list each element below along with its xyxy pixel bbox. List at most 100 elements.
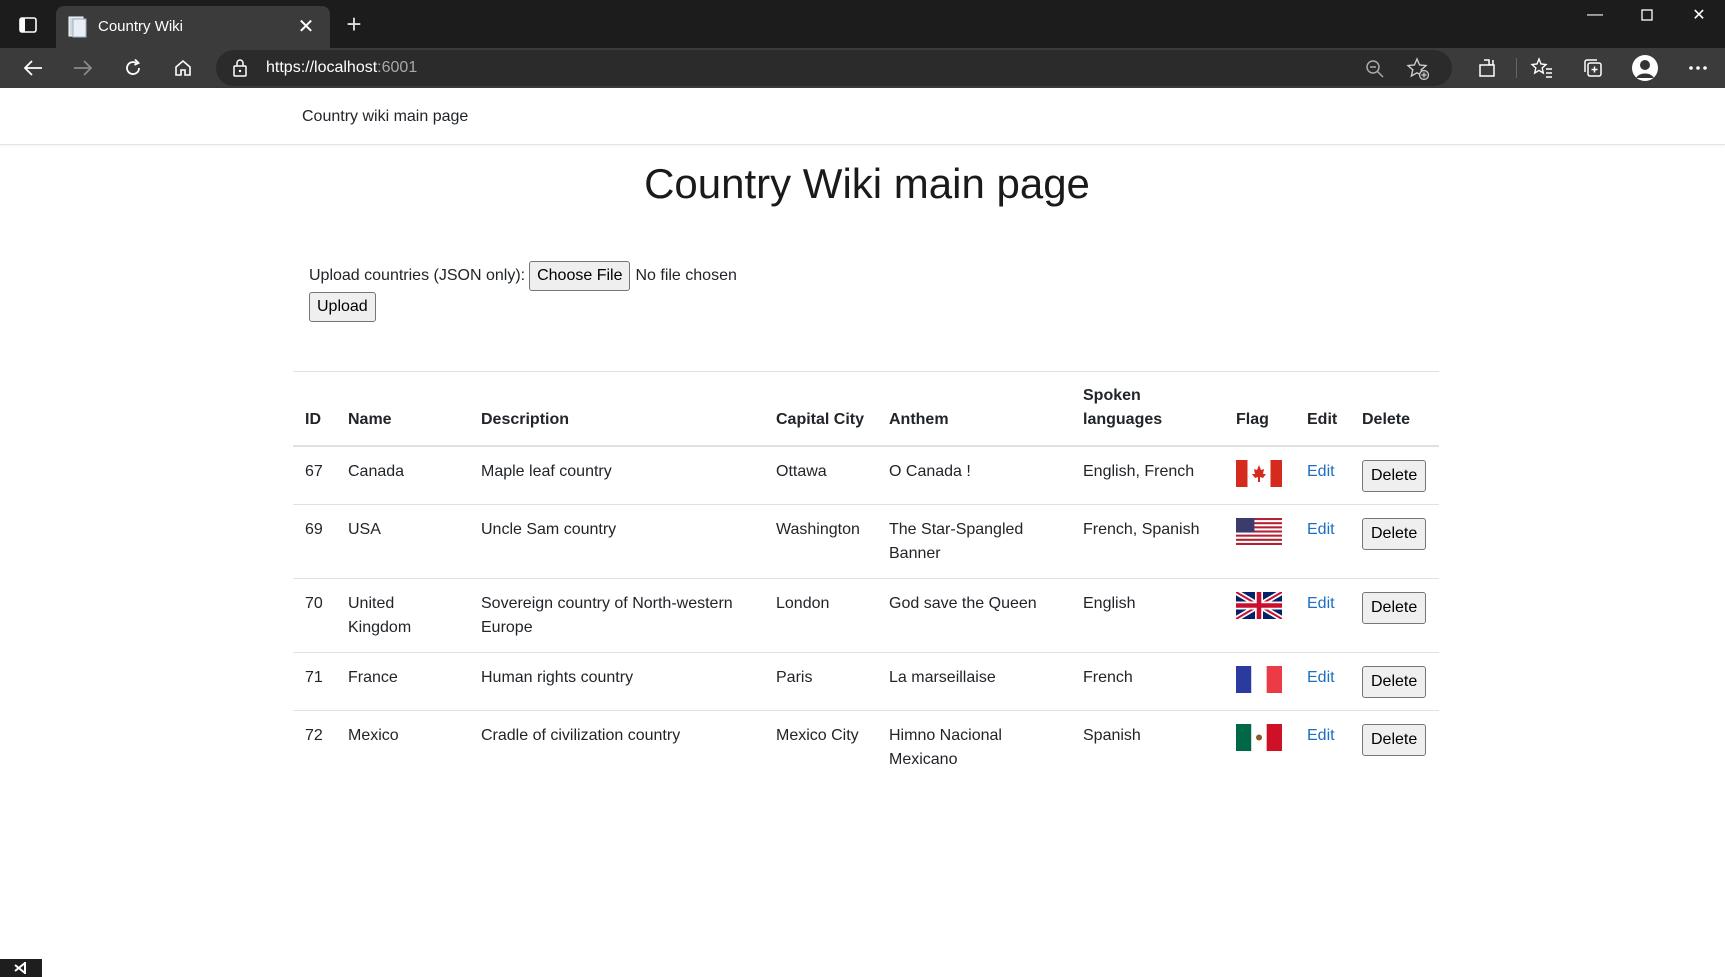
table-header-row: ID Name Description Capital City Anthem … [293,371,1439,447]
cell-name: France [336,652,469,711]
cell-edit: Edit [1295,446,1350,505]
toolbar-divider [1516,58,1517,78]
cell-languages: English [1071,578,1224,653]
edit-link[interactable]: Edit [1307,669,1335,686]
page-favicon [68,16,88,38]
lock-icon[interactable] [230,58,250,78]
cell-name: Canada [336,446,469,505]
favorites-icon[interactable] [1527,54,1557,82]
maximize-icon[interactable] [1621,0,1673,30]
choose-file-button[interactable]: Choose File [529,261,631,291]
navbar-brand-link[interactable]: Country wiki main page [302,108,468,126]
browser-toolbar: https://localhost:6001 [0,48,1725,88]
cell-name: USA [336,504,469,579]
cell-anthem: God save the Queen [877,578,1071,653]
mexico-flag [1236,724,1282,751]
cell-delete: Delete [1350,446,1439,505]
cell-description: Sovereign country of North-western Europ… [469,578,764,653]
cell-delete: Delete [1350,578,1439,653]
collections-icon[interactable] [1578,54,1608,82]
cell-anthem: The Star-Spangled Banner [877,504,1071,579]
cell-delete: Delete [1350,711,1439,785]
cell-capital: London [764,578,877,653]
zoom-icon[interactable] [1364,58,1386,80]
cell-edit: Edit [1295,711,1350,785]
upload-label: Upload countries (JSON only): [309,267,526,284]
header-languages: Spoken languages [1071,371,1224,447]
cell-flag [1224,711,1295,785]
table-row: 70 United Kingdom Sovereign country of N… [293,578,1439,653]
header-name: Name [336,371,469,447]
page-navbar: Country wiki main page [0,88,1725,145]
back-icon[interactable] [18,54,48,82]
france-flag [1236,666,1282,693]
cell-flag [1224,578,1295,653]
cell-id: 70 [293,578,336,653]
cell-description: Human rights country [469,652,764,711]
profile-icon[interactable] [1630,54,1660,82]
tab-actions-icon[interactable] [14,12,42,38]
add-favorite-icon[interactable] [1406,57,1430,81]
page-title: Country Wiki main page [644,160,1090,207]
upload-form: Upload countries (JSON only): Choose Fil… [309,261,737,291]
visual-studio-icon[interactable] [0,959,42,977]
edit-link[interactable]: Edit [1307,727,1335,744]
edit-link[interactable]: Edit [1307,595,1335,612]
header-capital: Capital City [764,371,877,447]
uk-flag [1236,592,1282,619]
edit-link[interactable]: Edit [1307,521,1335,538]
cell-capital: Ottawa [764,446,877,505]
cell-id: 72 [305,727,323,744]
cell-description: Uncle Sam country [469,504,764,579]
cell-anthem: Himno Nacional Mexicano [889,727,1002,768]
delete-button[interactable]: Delete [1362,666,1427,698]
table-row: 71 France Human rights country Paris La … [293,652,1439,711]
forward-icon[interactable] [68,54,98,82]
usa-flag [1236,518,1282,545]
url-text[interactable]: https://localhost:6001 [266,59,417,77]
delete-button[interactable]: Delete [1362,592,1427,624]
no-file-text: No file chosen [635,267,737,284]
header-description: Description [469,371,764,447]
extensions-icon[interactable] [1472,54,1502,82]
cell-languages: English, French [1071,446,1224,505]
delete-button[interactable]: Delete [1362,460,1427,492]
cell-edit: Edit [1295,504,1350,579]
cell-flag [1224,446,1295,505]
home-icon[interactable] [168,54,198,82]
window-close-icon[interactable]: ✕ [1673,0,1725,30]
cell-id: 71 [293,652,336,711]
more-icon[interactable] [1683,54,1713,82]
cell-capital: Mexico City [776,727,859,744]
delete-button[interactable]: Delete [1362,724,1427,756]
header-delete: Delete [1350,371,1439,447]
cell-description: Maple leaf country [469,446,764,505]
cell-id: 67 [293,446,336,505]
window-controls: — ✕ [1569,0,1725,30]
table-row: 67 Canada Maple leaf country Ottawa O Ca… [293,446,1439,505]
cell-name: United Kingdom [336,578,469,653]
minimize-icon[interactable]: — [1569,0,1621,30]
cell-languages: Spanish [1083,727,1141,744]
refresh-icon[interactable] [118,54,148,82]
cell-flag [1224,652,1295,711]
upload-button[interactable]: Upload [309,292,376,322]
header-anthem: Anthem [877,371,1071,447]
delete-button[interactable]: Delete [1362,518,1427,550]
close-icon[interactable]: ✕ [294,14,318,38]
address-bar[interactable]: https://localhost:6001 [216,50,1452,86]
url-port: :6001 [377,59,418,76]
plus-icon[interactable]: + [340,9,368,39]
cell-edit: Edit [1295,578,1350,653]
header-flag: Flag [1224,371,1295,447]
cell-flag [1224,504,1295,579]
edit-link[interactable]: Edit [1307,463,1335,480]
cell-edit: Edit [1295,652,1350,711]
tab-title: Country Wiki [98,18,184,35]
header-id: ID [293,371,336,447]
cell-anthem: La marseillaise [877,652,1071,711]
browser-tab[interactable]: Country Wiki ✕ [56,6,330,48]
cell-description: Cradle of civilization country [481,727,681,744]
cell-languages: French [1071,652,1224,711]
cell-delete: Delete [1350,504,1439,579]
